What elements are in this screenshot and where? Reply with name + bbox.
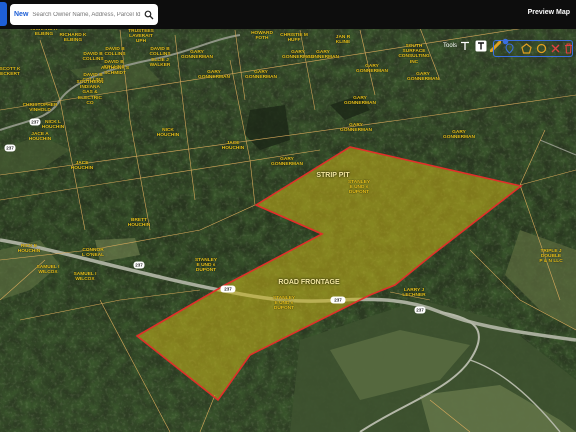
- new-search-label[interactable]: New: [14, 11, 28, 18]
- owner-label: LARRY J LECHNER: [402, 288, 426, 299]
- owner-label: TRUSTEES LAVERAIT UPH: [128, 29, 154, 45]
- circle-tool-icon[interactable]: [536, 43, 547, 54]
- owner-label: SAMUEL I WILCOX: [73, 272, 97, 283]
- owner-label: STANLEY E UND s DUPONT: [272, 296, 296, 312]
- search-icon[interactable]: [144, 10, 154, 20]
- menu-tab[interactable]: [0, 2, 7, 26]
- text-tool-icon[interactable]: [460, 41, 470, 51]
- preview-map-button[interactable]: Preview Map: [528, 9, 570, 16]
- search-input[interactable]: [32, 11, 145, 18]
- owner-label: GARY GONNERMAN: [271, 157, 303, 168]
- owner-label: ELLIE J WALKER: [149, 58, 171, 69]
- tools-label: Tools: [443, 43, 458, 49]
- owner-label: JACE HOUCHIN: [70, 161, 94, 172]
- marker-tool-icon[interactable]: [504, 43, 515, 54]
- owner-label: SOUTHERN INDIANA GAS & ELECTRIC CO: [76, 80, 104, 106]
- owner-label: GARY GONNERMAN: [356, 64, 388, 75]
- owner-label: SCOTT K ECKERT: [0, 67, 21, 78]
- owner-label: NICK L HOUCHIN: [41, 120, 65, 131]
- owner-label: JACE HOUCHIN: [221, 141, 245, 152]
- strip-pit-label: STRIP PIT: [316, 172, 350, 179]
- owner-label: STANLEY E UND s DUPONT: [347, 180, 371, 196]
- trash-icon[interactable]: [564, 43, 573, 54]
- owner-label: GARY GONNERMAN: [181, 50, 213, 61]
- owner-label: GARY GONNERMAN: [344, 96, 376, 107]
- polygon-tool-icon[interactable]: [521, 43, 532, 54]
- owner-label: GARY GONNERMAN: [307, 50, 339, 61]
- tools-panel: Tools: [440, 38, 574, 64]
- owner-label: CHRISTIE M HUFF: [280, 33, 308, 44]
- owner-label: TRIPLE J DOUBLE P & N LLC: [539, 249, 563, 265]
- owner-label: SAMUEL I WILCOX: [36, 265, 60, 276]
- owner-label: GARY GONNERMAN: [407, 72, 439, 83]
- owner-label: DAVID B COLLINS: [82, 52, 104, 63]
- owner-label: HOWARD FOTH: [251, 31, 273, 42]
- road-shield: 237: [414, 306, 426, 314]
- owner-label: BRETT HOUCHIN: [127, 218, 151, 229]
- road-shield: 237: [4, 144, 16, 152]
- owner-label: GARY GONNERMAN: [198, 70, 230, 81]
- owner-label: GARY GONNERMAN: [340, 123, 372, 134]
- road-shield: 237: [220, 285, 236, 293]
- owner-label: STANLEY E UND s DUPONT: [194, 258, 218, 274]
- owner-label: ANTHONY S SCHMIDT: [100, 66, 130, 77]
- owner-label: GARY GONNERMAN: [245, 70, 277, 81]
- search-box[interactable]: New: [10, 4, 158, 25]
- text-box-tool-icon[interactable]: [475, 40, 487, 52]
- road-shield: 237: [29, 118, 41, 126]
- road-frontage-label: ROAD FRONTAGE: [278, 279, 340, 286]
- owner-label: SOUTH SURFACE CONSULTING INC: [398, 44, 430, 65]
- erase-tool-icon[interactable]: [550, 43, 561, 54]
- owner-label: CHRISTOPHER VINHOLD: [22, 103, 58, 114]
- road-shield: 237: [330, 296, 346, 304]
- satellite-map[interactable]: [0, 0, 576, 432]
- owner-label: NICK HOUCHIN: [156, 128, 180, 139]
- road-shield: 237: [133, 261, 145, 269]
- top-bar: New Preview Map: [0, 0, 576, 29]
- owner-label: JACE A HOUCHIN: [28, 132, 52, 143]
- owner-label: DAVID B COLLINS: [149, 47, 171, 58]
- owner-label: JAN R KLINE: [335, 35, 351, 46]
- owner-label: RICK E HOUCHIN: [17, 244, 41, 255]
- owner-label: CONNOR L O'NEAL: [81, 248, 105, 259]
- owner-label: RICHARD K ELBING: [59, 33, 87, 44]
- owner-label: GARY GONNERMAN: [443, 130, 475, 141]
- owner-label: DAVID B COLLINS: [104, 47, 126, 58]
